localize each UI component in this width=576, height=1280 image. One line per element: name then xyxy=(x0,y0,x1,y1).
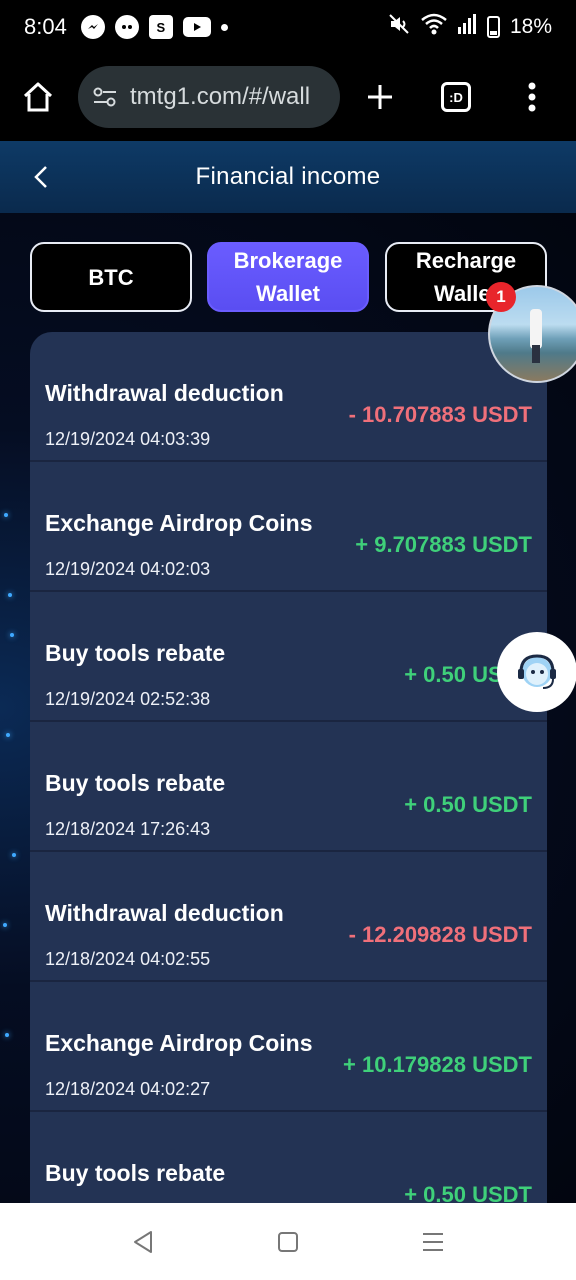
transaction-title: Exchange Airdrop Coins xyxy=(45,510,313,536)
transaction-title: Buy tools rebate xyxy=(45,1160,226,1186)
dot-icon xyxy=(220,23,228,31)
decorative-spark xyxy=(3,923,7,927)
menu-lines-icon xyxy=(423,1232,444,1251)
battery-percent: 18% xyxy=(509,15,552,38)
tab-brokerage-label-2: Wallet xyxy=(256,281,320,306)
youtube-icon xyxy=(182,17,211,37)
transaction-row[interactable]: Buy tools rebate 12/19/2024 02:52:38 + 0… xyxy=(30,592,547,722)
transaction-amount: + 10.179828 USDT xyxy=(343,1052,532,1077)
transaction-row[interactable]: Exchange Airdrop Coins 12/18/2024 04:02:… xyxy=(30,982,547,1112)
transaction-amount: + 9.707883 USDT xyxy=(355,532,532,557)
transaction-amount: + 0.50 USDT xyxy=(404,1182,532,1204)
transaction-date: 12/18/2024 04:02:55 xyxy=(45,949,211,969)
transaction-date: 12/18/2024 04:02:27 xyxy=(45,1079,211,1099)
new-tab-button[interactable] xyxy=(358,75,402,119)
transaction-amount: - 12.209828 USDT xyxy=(348,922,532,947)
chat-icon xyxy=(114,15,139,39)
status-bar: 8:04 S 18% xyxy=(0,0,576,54)
site-settings-icon[interactable] xyxy=(92,84,118,110)
decorative-spark xyxy=(10,633,14,637)
decorative-spark xyxy=(4,513,8,517)
plus-icon xyxy=(368,85,392,109)
nav-back-button[interactable] xyxy=(123,1222,163,1262)
square-home-icon xyxy=(277,1231,298,1252)
signal-icon xyxy=(457,13,477,41)
triangle-back-icon xyxy=(133,1230,152,1253)
page-header: Financial income xyxy=(0,141,576,213)
browser-toolbar: tmtg1.com/#/wall :D xyxy=(0,54,576,140)
tab-brokerage-wallet[interactable]: Brokerage Wallet xyxy=(207,242,369,312)
battery-icon xyxy=(486,16,500,38)
notification-badge: 1 xyxy=(486,282,516,312)
headset-support-icon xyxy=(518,654,556,689)
browser-menu-button[interactable] xyxy=(510,75,554,119)
page-title: Financial income xyxy=(195,163,381,190)
decorative-spark xyxy=(5,1033,9,1037)
tab-btc-label: BTC xyxy=(88,264,134,290)
nav-recents-button[interactable] xyxy=(413,1222,453,1262)
wifi-icon xyxy=(421,13,447,41)
customer-support-button[interactable] xyxy=(497,632,576,712)
decorative-spark xyxy=(8,593,12,597)
url-bar[interactable]: tmtg1.com/#/wall xyxy=(78,66,340,128)
avatar-person-shape xyxy=(530,309,542,349)
tab-count-label: :D xyxy=(441,82,471,112)
transaction-title: Buy tools rebate xyxy=(45,770,226,796)
transaction-row[interactable]: Withdrawal deduction 12/19/2024 04:03:39… xyxy=(30,332,547,462)
transaction-title: Withdrawal deduction xyxy=(45,900,284,926)
transaction-date: 12/19/2024 02:52:38 xyxy=(45,689,211,709)
transaction-list[interactable]: Withdrawal deduction 12/19/2024 04:03:39… xyxy=(30,332,547,1204)
transaction-date: 12/18/2024 17:26:43 xyxy=(45,819,211,839)
more-vertical-icon xyxy=(528,82,536,112)
transaction-row[interactable]: Exchange Airdrop Coins 12/19/2024 04:02:… xyxy=(30,462,547,592)
status-time: 8:04 xyxy=(24,14,67,39)
tab-switcher-button[interactable]: :D xyxy=(434,75,478,119)
home-icon xyxy=(23,82,53,112)
nav-home-button[interactable] xyxy=(268,1222,308,1262)
system-nav-bar xyxy=(0,1203,576,1280)
back-button[interactable] xyxy=(26,161,56,193)
decorative-spark xyxy=(12,853,16,857)
transaction-amount: - 10.707883 USDT xyxy=(348,402,532,427)
transaction-date: 12/19/2024 04:02:03 xyxy=(45,559,211,579)
transaction-date: 12/19/2024 04:03:39 xyxy=(45,429,211,449)
tab-btc[interactable]: BTC xyxy=(30,242,192,312)
transaction-amount: + 0.50 USDT xyxy=(404,792,532,817)
transaction-title: Withdrawal deduction xyxy=(45,380,284,406)
transaction-row[interactable]: Buy tools rebate + 0.50 USDT xyxy=(30,1112,547,1204)
decorative-spark xyxy=(6,733,10,737)
transaction-row[interactable]: Buy tools rebate 12/18/2024 17:26:43 + 0… xyxy=(30,722,547,852)
tab-brokerage-label-1: Brokerage xyxy=(233,248,343,273)
transaction-row[interactable]: Withdrawal deduction 12/18/2024 04:02:55… xyxy=(30,852,547,982)
url-text: tmtg1.com/#/wall xyxy=(130,83,311,110)
shopee-icon: S xyxy=(148,15,173,39)
tab-recharge-label-1: Recharge xyxy=(415,248,517,273)
chevron-left-icon xyxy=(34,166,47,188)
mute-icon xyxy=(387,12,411,42)
avatar-legs-shape xyxy=(532,345,540,363)
home-button[interactable] xyxy=(18,77,58,117)
messenger-icon xyxy=(80,15,105,39)
transaction-title: Exchange Airdrop Coins xyxy=(45,1030,313,1056)
transaction-title: Buy tools rebate xyxy=(45,640,226,666)
